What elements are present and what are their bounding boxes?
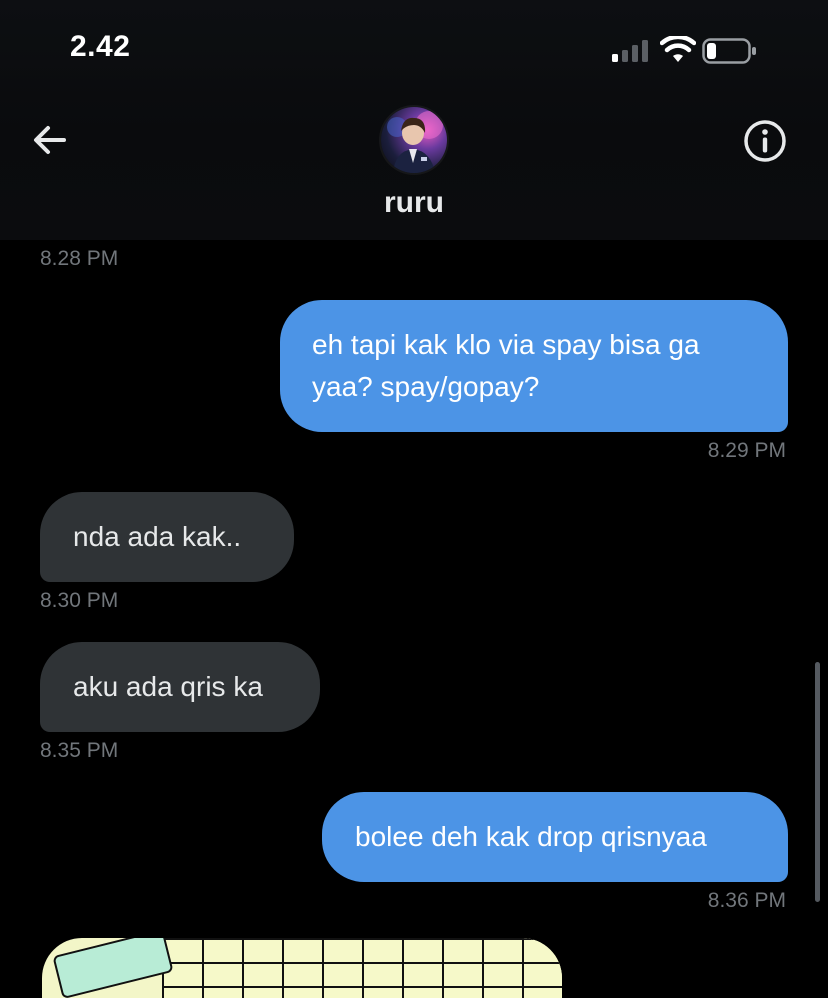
wifi-icon [660,36,696,62]
message-timestamp: 8.36 PM [707,889,786,912]
message-text: bolee deh kak drop qrisnyaa [355,821,707,852]
conversation-header: 2.42 ruru [0,0,828,240]
received-message-bubble[interactable]: nda ada kak.. [40,492,294,582]
message-timestamp: 8.35 PM [40,739,119,762]
received-message-bubble[interactable]: aku ada qris ka [40,642,320,732]
message-text-line: eh tapi kak klo via spay bisa ga [312,329,700,360]
arrow-left-icon[interactable] [26,118,74,166]
battery-low-icon [702,38,756,64]
sent-message-bubble[interactable]: bolee deh kak drop qrisnyaa [322,792,788,882]
sent-message-bubble[interactable]: eh tapi kak klo via spay bisa ga yaa? sp… [280,300,788,432]
message-timestamp: 8.28 PM [40,247,119,270]
contact-name[interactable]: ruru [0,186,828,220]
image-grid-pattern [162,938,562,998]
message-timestamp: 8.29 PM [707,439,786,462]
avatar[interactable] [381,107,447,173]
message-text: nda ada kak.. [73,521,242,552]
image-attachment[interactable] [42,938,562,998]
scrollbar[interactable] [815,662,820,902]
status-icons [612,36,792,64]
avatar-photo [387,111,443,173]
cellular-signal-icon [612,40,648,62]
message-timestamp: 8.30 PM [40,589,119,612]
image-logo-sticker [52,938,174,998]
info-circle-icon[interactable] [742,118,788,164]
status-time: 2.42 [70,30,131,63]
message-text-line: yaa? spay/gopay? [312,371,540,402]
message-text: aku ada qris ka [73,671,263,702]
